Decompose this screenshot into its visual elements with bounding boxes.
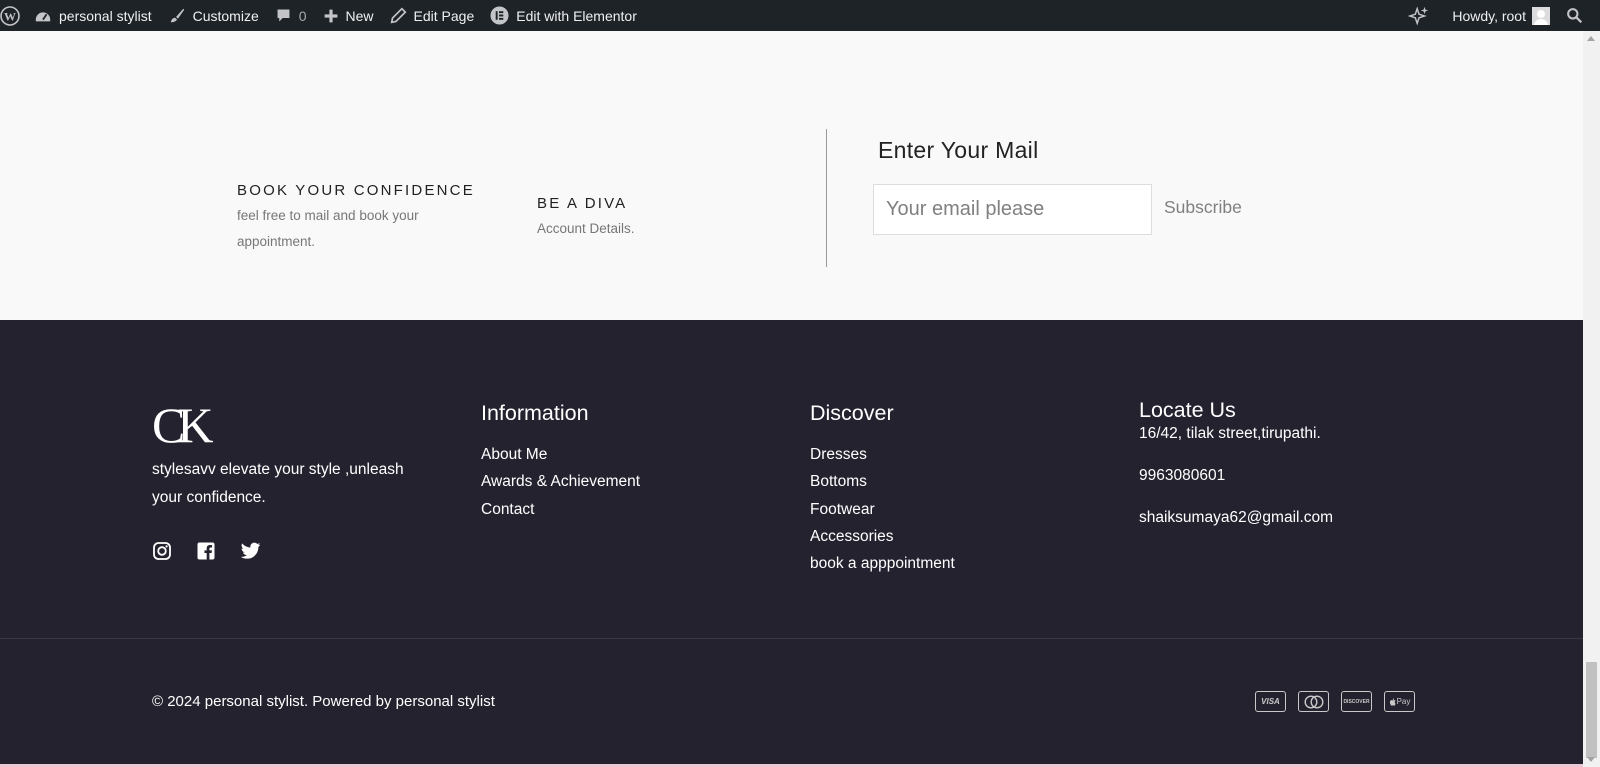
account-details-link[interactable]: Account Details. — [537, 216, 635, 242]
logo-text: CK — [152, 402, 213, 448]
book-confidence-line1: feel free to mail and book your — [237, 208, 419, 223]
apple-pay-icon: Pay — [1384, 691, 1415, 712]
scroll-down-arrow-icon[interactable] — [1587, 757, 1595, 762]
footer-link-contact[interactable]: Contact — [481, 496, 640, 523]
page-scrollbar[interactable] — [1583, 31, 1600, 767]
address-text: 16/42, tilak street,tirupathi. — [1139, 425, 1321, 442]
information-title: Information — [481, 401, 589, 425]
edit-elementor-label: Edit with Elementor — [516, 7, 637, 24]
phone-text: 9963080601 — [1139, 467, 1226, 484]
be-a-diva-heading: BE A DIVA — [537, 195, 628, 212]
customize-link[interactable]: Customize — [160, 0, 267, 31]
site-footer: CK stylesavv elevate your style ,unleash… — [0, 320, 1583, 765]
email-input[interactable] — [873, 184, 1152, 235]
copyright-text: © 2024 personal stylist. Powered by pers… — [152, 693, 495, 710]
mail-title: Enter Your Mail — [878, 137, 1039, 163]
brand-tagline: stylesavv elevate your style ,unleash yo… — [152, 456, 442, 512]
tagline-line2: your confidence. — [152, 489, 266, 506]
avatar — [1532, 6, 1550, 25]
mastercard-icon — [1298, 691, 1329, 712]
footer-link-footwear[interactable]: Footwear — [810, 496, 955, 523]
footer-link-awards[interactable]: Awards & Achievement — [481, 468, 640, 495]
sparkle-icon — [1408, 5, 1429, 26]
comment-icon — [277, 9, 290, 22]
search-icon — [1567, 8, 1583, 24]
facebook-icon[interactable] — [197, 542, 215, 560]
scrollbar-thumb[interactable] — [1586, 662, 1597, 758]
admin-search-button[interactable] — [1558, 0, 1583, 31]
social-links — [153, 542, 261, 560]
payment-methods: VISA DISCOVER Pay — [1255, 691, 1415, 712]
new-content-menu[interactable]: New — [315, 0, 382, 31]
brand-logo[interactable]: CK — [152, 402, 216, 448]
footer-link-book-appointment[interactable]: book a apppointment — [810, 550, 955, 577]
edit-page-label: Edit Page — [413, 7, 475, 24]
comments-link[interactable]: 0 — [267, 0, 315, 31]
site-name-menu[interactable]: personal stylist — [26, 0, 160, 31]
footer-link-accessories[interactable]: Accessories — [810, 523, 955, 550]
book-confidence-line2: appointment. — [237, 234, 316, 249]
elementor-icon — [490, 6, 509, 25]
plus-icon — [324, 9, 337, 22]
wordpress-logo-icon[interactable]: W — [0, 0, 26, 31]
site-name-label: personal stylist — [59, 7, 152, 24]
edit-page-link[interactable]: Edit Page — [382, 0, 483, 31]
tagline-line1: stylesavv elevate your style ,unleash — [152, 461, 404, 478]
discover-icon: DISCOVER — [1341, 691, 1372, 712]
newsletter-section: BOOK YOUR CONFIDENCE feel free to mail a… — [0, 31, 1583, 320]
customize-label: Customize — [192, 7, 259, 24]
footer-link-dresses[interactable]: Dresses — [810, 441, 955, 468]
subscribe-button[interactable]: Subscribe — [1164, 185, 1242, 229]
dashboard-icon — [35, 11, 51, 21]
footer-link-bottoms[interactable]: Bottoms — [810, 468, 955, 495]
twitter-icon[interactable] — [240, 542, 261, 560]
instagram-icon[interactable] — [153, 542, 171, 560]
locate-us-title: Locate Us — [1139, 398, 1236, 422]
footer-divider — [0, 638, 1583, 639]
discover-title: Discover — [810, 401, 894, 425]
footer-link-about-me[interactable]: About Me — [481, 441, 640, 468]
scroll-up-arrow-icon[interactable] — [1587, 36, 1595, 41]
ai-sparkle-button[interactable] — [1400, 0, 1444, 31]
new-label: New — [345, 7, 374, 24]
edit-elementor-link[interactable]: Edit with Elementor — [482, 0, 645, 31]
visa-icon: VISA — [1255, 691, 1286, 712]
admin-bar: W personal stylist Customize 0 New Edit … — [0, 0, 1600, 31]
pencil-icon — [390, 7, 407, 24]
information-links: About Me Awards & Achievement Contact — [481, 441, 640, 523]
newsletter-divider — [826, 129, 827, 267]
discover-links: Dresses Bottoms Footwear Accessories boo… — [810, 441, 955, 577]
brush-icon — [170, 8, 184, 22]
svg-text:W: W — [4, 9, 16, 23]
apple-pay-label: Pay — [1396, 697, 1411, 706]
book-confidence-heading: BOOK YOUR CONFIDENCE — [237, 182, 475, 199]
comments-count: 0 — [298, 7, 307, 24]
howdy-label: Howdy, root — [1452, 7, 1526, 24]
email-text: shaiksumaya62@gmail.com — [1139, 509, 1334, 526]
my-account-menu[interactable]: Howdy, root — [1444, 0, 1558, 31]
